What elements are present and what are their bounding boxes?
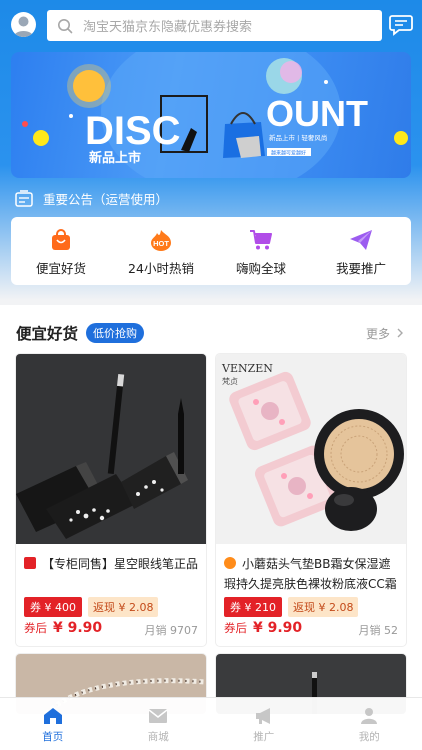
- category-hot-24h[interactable]: HOT 24小时热销: [111, 217, 211, 285]
- message-icon: [389, 15, 413, 36]
- category-label: 嗨购全球: [235, 261, 286, 276]
- tab-label: 首页: [42, 731, 64, 743]
- product-image: VENZEN 梵贞: [216, 354, 406, 544]
- product-card[interactable]: VENZEN 梵贞 小蘑菇头气垫BB霜女保湿遮瑕持久提亮肤色裸妆粉底液CC霜 券…: [216, 354, 406, 646]
- brand-logo-cn: 梵贞: [222, 376, 238, 386]
- coupon-tag: 券 ¥ 210: [224, 597, 282, 617]
- category-promote[interactable]: 我要推广: [311, 217, 411, 285]
- search-placeholder: 淘宝天猫京东隐藏优惠券搜索: [83, 20, 253, 35]
- more-link[interactable]: 更多: [366, 325, 406, 342]
- taobao-source-icon: [224, 557, 236, 569]
- product-tags: 券 ¥ 210 返现 ¥ 2.08: [224, 597, 359, 617]
- home-screen: 淘宝天猫京东隐藏优惠券搜索 DISC OUNT 新品上市 新品上市 | 轻奢风尚…: [0, 0, 422, 750]
- monthly-sales: 月销 52: [358, 624, 399, 637]
- tab-label: 我的: [358, 731, 380, 743]
- brand-logo: VENZEN: [221, 362, 273, 375]
- user-icon: [361, 708, 378, 724]
- monthly-sales: 月销 9707: [144, 624, 199, 637]
- category-shortcuts: 便宜好货 HOT 24小时热销 嗨购全球 我要推广: [11, 217, 411, 285]
- tab-label: 推广: [253, 731, 275, 743]
- chevron-right-icon: [397, 328, 403, 338]
- banner-big-text: DISC: [85, 109, 181, 153]
- category-label: 24小时热销: [128, 261, 194, 276]
- tmall-source-icon: [24, 557, 36, 569]
- cheap-goods-section: 便宜好货 低价抢购 更多 【专柜同售】星空眼线笔正品 券 ¥ 400 返现 ¥ …: [0, 305, 422, 750]
- product-title: 【专柜同售】星空眼线笔正品: [24, 554, 200, 596]
- banner-artwork: DISC OUNT 新品上市 新品上市 | 轻奢风尚 越来越可爱越好: [22, 52, 408, 178]
- product-card[interactable]: 【专柜同售】星空眼线笔正品 券 ¥ 400 返现 ¥ 2.08 券后 ¥ 9.9…: [16, 354, 206, 646]
- shopping-bag-icon: [52, 229, 70, 250]
- promo-banner[interactable]: DISC OUNT 新品上市 新品上市 | 轻奢风尚 越来越可爱越好: [11, 52, 411, 178]
- megaphone-icon: [255, 708, 270, 724]
- bottom-tab-bar: 首页 商城 推广 我的: [0, 697, 422, 750]
- price-label: 券后: [24, 621, 47, 635]
- notice-icon: [15, 189, 33, 207]
- banner-small-text-2: 越来越可爱越好: [271, 150, 306, 157]
- banner-small-text: 新品上市 | 轻奢风尚: [269, 133, 327, 142]
- category-label: 我要推广: [335, 261, 386, 276]
- coupon-tag: 券 ¥ 400: [24, 597, 82, 617]
- tab-label: 商城: [147, 731, 169, 743]
- home-icon: [43, 708, 62, 724]
- avatar[interactable]: [11, 12, 36, 37]
- tab-mine[interactable]: 我的: [317, 698, 422, 750]
- cart-icon: [250, 230, 272, 250]
- tab-promote[interactable]: 推广: [211, 698, 317, 750]
- banner-big-text-2: OUNT: [266, 93, 368, 134]
- svg-text:HOT: HOT: [153, 239, 169, 248]
- product-tags: 券 ¥ 400 返现 ¥ 2.08: [24, 597, 159, 617]
- product-price: 券后 ¥ 9.90: [24, 620, 102, 636]
- tab-mall[interactable]: 商城: [106, 698, 212, 750]
- category-label: 便宜好货: [35, 261, 86, 276]
- product-title: 小蘑菇头气垫BB霜女保湿遮瑕持久提亮肤色裸妆粉底液CC霜: [224, 557, 397, 591]
- mail-icon: [148, 709, 168, 723]
- user-avatar-icon: [14, 16, 33, 37]
- more-label: 更多: [365, 326, 390, 341]
- top-bar: 淘宝天猫京东隐藏优惠券搜索: [0, 0, 422, 52]
- category-global[interactable]: 嗨购全球: [211, 217, 311, 285]
- category-cheap-goods[interactable]: 便宜好货: [11, 217, 111, 285]
- banner-tagline: 新品上市: [89, 150, 141, 166]
- paper-plane-icon: [350, 230, 372, 250]
- rebate-tag: 返现 ¥ 2.08: [88, 597, 159, 617]
- product-price: 券后 ¥ 9.90: [224, 620, 302, 636]
- section-badge: 低价抢购: [86, 323, 145, 343]
- notice-text: 重要公告（运营使用）: [43, 191, 169, 207]
- section-header: 便宜好货 低价抢购 更多: [16, 321, 406, 345]
- hot-icon: HOT: [151, 230, 171, 251]
- announcement-bar[interactable]: 重要公告（运营使用）: [15, 188, 168, 208]
- tab-home[interactable]: 首页: [0, 698, 106, 750]
- price-value: ¥ 9.90: [253, 620, 303, 636]
- message-button[interactable]: [389, 14, 413, 36]
- section-title: 便宜好货: [16, 325, 79, 343]
- rebate-tag: 返现 ¥ 2.08: [288, 597, 359, 617]
- search-input[interactable]: 淘宝天猫京东隐藏优惠券搜索: [47, 10, 382, 41]
- price-value: ¥ 9.90: [53, 620, 103, 636]
- product-image: [16, 354, 206, 544]
- price-label: 券后: [224, 621, 247, 635]
- search-icon: [58, 18, 73, 33]
